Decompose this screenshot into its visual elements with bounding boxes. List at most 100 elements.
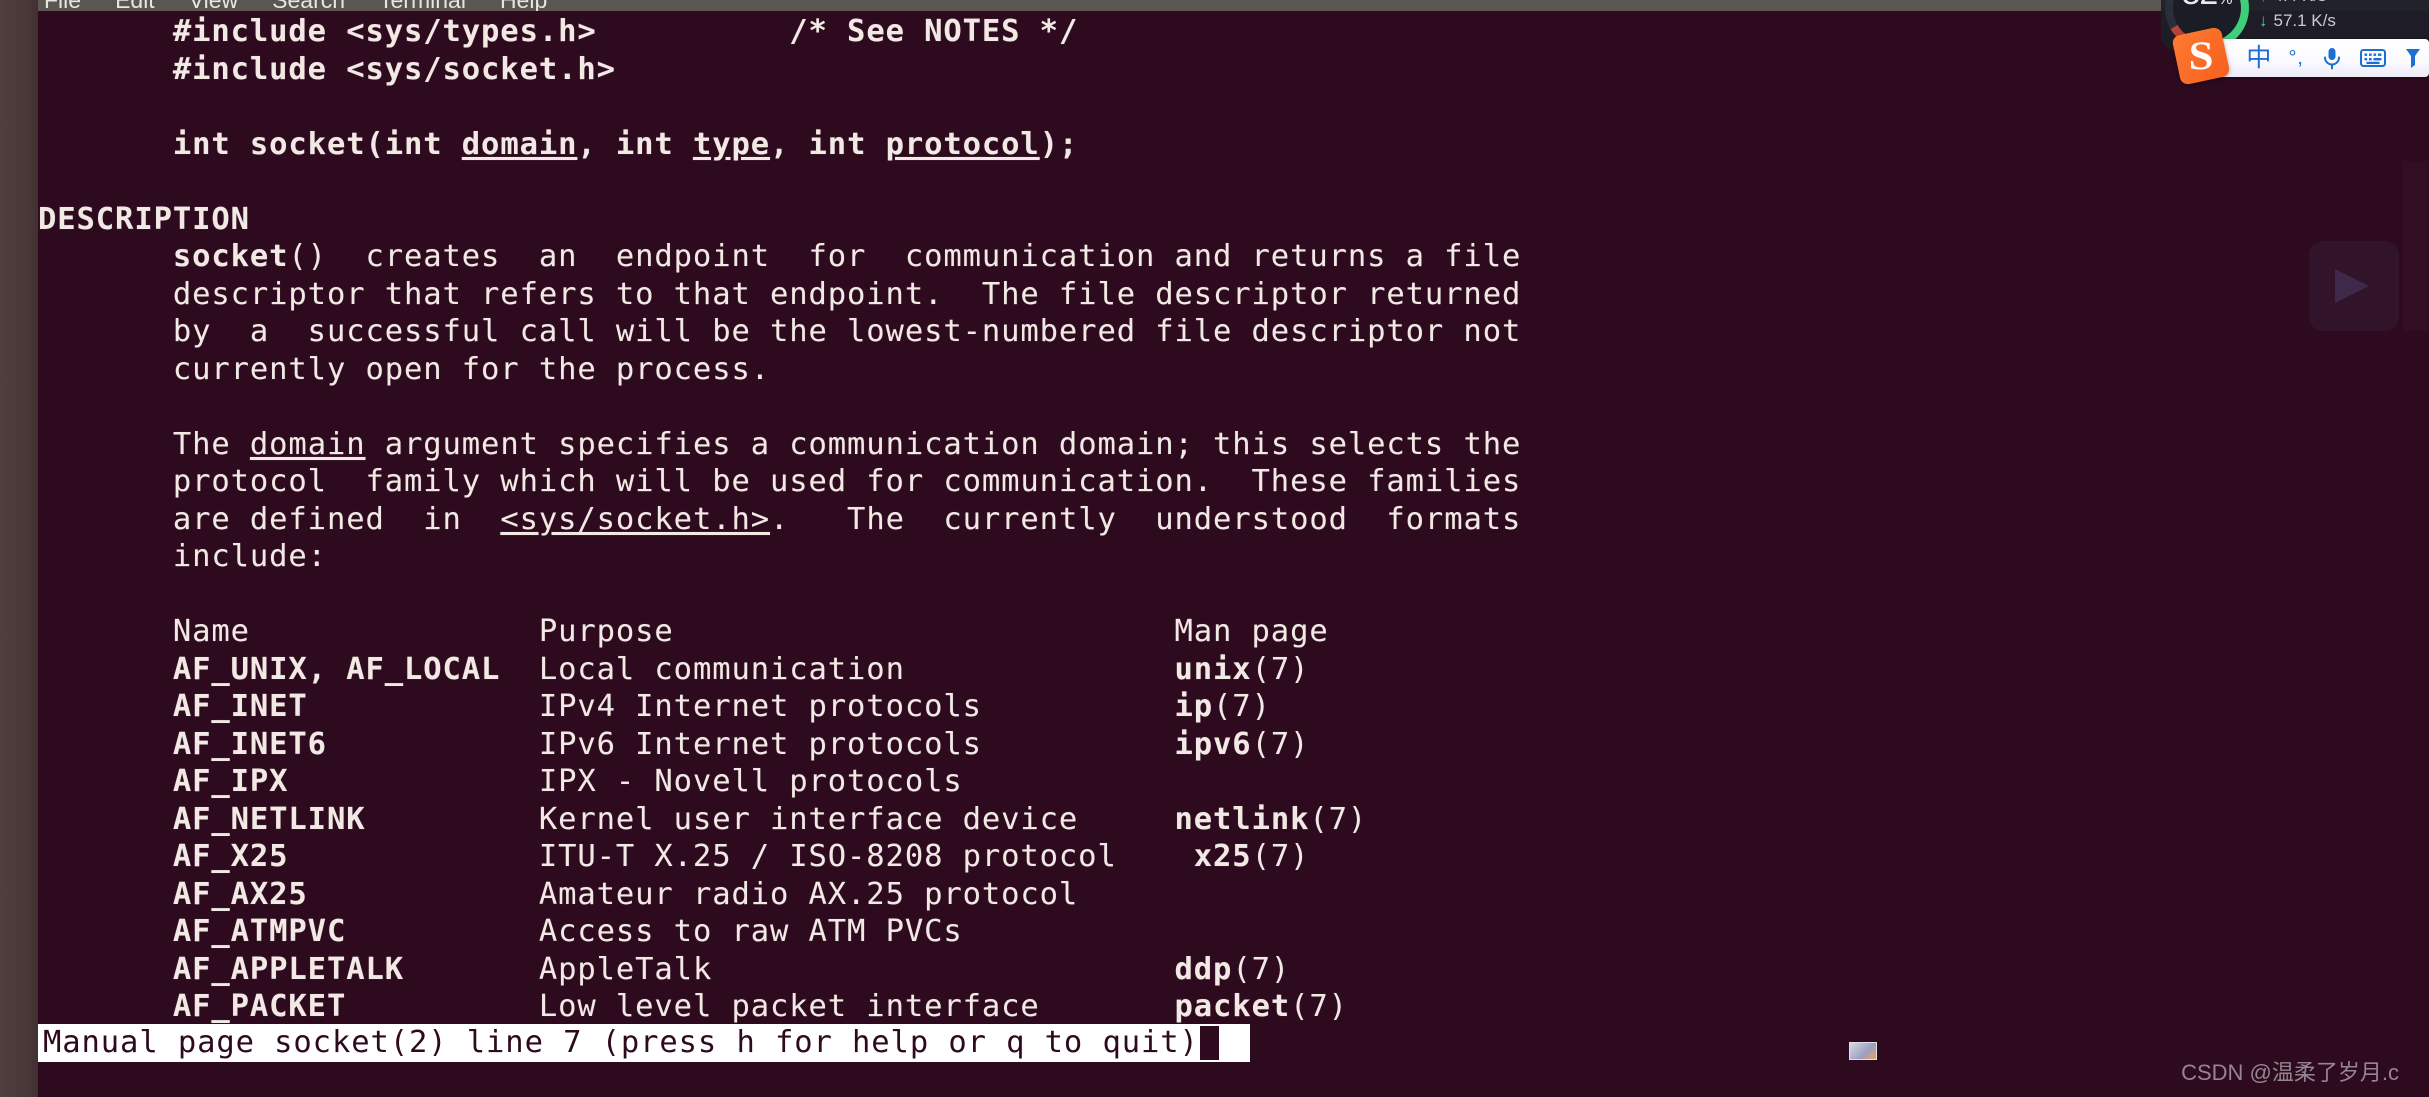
man-text-run: ITU-T X.25 / ISO-8208 protocol [288,839,1194,874]
man-line [38,163,2429,201]
microphone-icon[interactable] [2321,46,2343,70]
terminal-menubar: File Edit View Search Terminal Help [38,0,2429,11]
network-upload-value: 4.4 K/s [2274,0,2327,8]
man-text-run: currently open for the process. [172,351,770,387]
toolbox-icon[interactable] [2403,47,2423,69]
screen: File Edit View Search Terminal Help #inc… [0,0,2429,1097]
sogou-logo-letter: S [2188,33,2214,78]
man-text-run: are defined in [172,501,501,537]
ime-punctuation-mode-icon[interactable]: °, [2288,47,2304,70]
man-text-run: (7) [1290,989,1348,1024]
network-download-row: ↓ 57.1 K/s [2259,8,2336,33]
man-line: Name Purpose Man page [38,613,2429,651]
network-upload-row: ↑ 4.4 K/s [2259,0,2336,8]
network-download-value: 57.1 K/s [2273,11,2336,30]
man-text-run: domain [461,126,578,162]
man-text-run: AF_X25 [172,839,289,874]
man-line [38,388,2429,426]
man-line: #include <sys/types.h> /* See NOTES */ [38,13,2429,51]
man-text-run: IPX - Novell protocols [288,764,963,799]
menu-view[interactable]: View [189,0,238,11]
man-text-run: protocol [885,126,1040,162]
man-line [38,576,2429,614]
man-line: AF_PACKET Low level packet interface pac… [38,988,2429,1026]
man-text-run: (7) [1213,689,1271,724]
menu-edit[interactable]: Edit [115,0,155,11]
man-text-run: (7) [1251,651,1310,687]
man-text-run: ddp [1174,951,1233,987]
man-line: int socket(int domain, int type, int pro… [38,126,2429,164]
menu-help[interactable]: Help [500,0,547,11]
man-line: include: [38,538,2429,576]
keyboard-icon[interactable] [2360,48,2386,68]
man-text-run: /* See NOTES */ [789,14,1079,49]
man-text-run: protocol family which will be used for c… [172,464,1522,499]
man-text-run: , int [577,126,693,162]
menubar-items: File Edit View Search Terminal Help [44,0,547,11]
man-text-run: (7) [1309,801,1368,837]
man-line: The domain argument specifies a communic… [38,426,2429,464]
desktop-left-strip [0,0,38,1097]
man-line: AF_INET6 IPv6 Internet protocols ipv6(7) [38,726,2429,764]
man-text-run: AppleTalk [404,951,1175,987]
man-text-run: ip [1174,689,1214,724]
man-line: AF_AX25 Amateur radio AX.25 protocol [38,876,2429,914]
arrow-down-icon: ↓ [2259,11,2268,30]
text-cursor [1199,1026,1219,1060]
man-text-run: AF_INET [172,689,308,724]
man-text-run: socket [172,239,289,274]
menu-search[interactable]: Search [272,0,345,11]
ime-chinese-mode-icon[interactable]: 中 [2246,45,2271,70]
man-text-run: Name Purpose Man page [172,614,1329,649]
man-text-run: Kernel user interface device [365,801,1175,837]
man-text-run: AF_AX25 [172,876,308,912]
man-text-run: Low level packet interface [346,989,1175,1024]
man-line: descriptor that refers to that endpoint.… [38,276,2429,314]
network-speed-stats: ↑ 4.4 K/s ↓ 57.1 K/s [2259,0,2336,33]
menu-file[interactable]: File [44,0,81,11]
man-text-run: ); [1039,126,1079,162]
man-text-run [597,14,790,49]
man-text-run: (7) [1251,839,1310,874]
man-text-run: type [692,126,771,162]
man-text-run: by a successful call will be the lowest-… [172,314,1522,349]
menu-terminal[interactable]: Terminal [379,0,466,11]
man-text-run: x25 [1193,839,1252,874]
man-text-run: IPv6 Internet protocols [326,726,1175,762]
sogou-logo-icon[interactable]: S [2171,26,2232,86]
man-text-run: ipv6 [1174,726,1252,762]
csdn-watermark: CSDN @温柔了岁月.c [2181,1060,2399,1085]
man-line [38,88,2429,126]
man-text-run: argument specifies a communication domai… [365,426,1522,462]
man-line: are defined in <sys/socket.h>. The curre… [38,501,2429,539]
man-line: DESCRIPTION [38,201,2429,239]
man-text-run: #include <sys/types.h> [172,14,597,49]
man-text-run: AF_INET6 [172,726,327,762]
man-text-run: () creates an endpoint for communication… [288,239,1522,274]
man-text-run: DESCRIPTION [38,201,250,237]
man-text-run: domain [249,426,366,462]
sogou-ime-toolbar[interactable]: S 中 °, [2171,26,2429,86]
terminal-window: File Edit View Search Terminal Help #inc… [38,0,2429,1097]
cpu-percent-value: 82 [2181,0,2218,13]
man-text-run: , int [770,126,886,162]
man-line: AF_UNIX, AF_LOCAL Local communication un… [38,651,2429,689]
man-text-run: The [172,426,250,462]
man-text-run: AF_IPX [172,764,289,799]
clipped-thumbnail-artifact [1849,1042,1877,1060]
man-text-run: AF_ATMPVC [172,914,347,949]
man-page-pager[interactable]: #include <sys/types.h> /* See NOTES */ #… [38,11,2429,1097]
man-page-content: #include <sys/types.h> /* See NOTES */ #… [38,13,2429,1026]
man-line: AF_APPLETALK AppleTalk ddp(7) [38,951,2429,989]
man-text-run: AF_PACKET [172,989,347,1024]
man-line: AF_NETLINK Kernel user interface device … [38,801,2429,839]
man-text-run: Local communication [500,651,1175,687]
man-line: AF_X25 ITU-T X.25 / ISO-8208 protocol x2… [38,838,2429,876]
man-text-run: netlink [1174,801,1310,837]
man-text-run: int socket(int [172,126,462,162]
man-text-run: Access to raw ATM PVCs [346,914,963,949]
man-text-run: packet [1174,989,1291,1024]
pager-status-bar: Manual page socket(2) line 7 (press h fo… [38,1024,1250,1062]
cpu-percent-symbol: % [2218,0,2232,9]
man-text-run: include: [172,539,327,574]
